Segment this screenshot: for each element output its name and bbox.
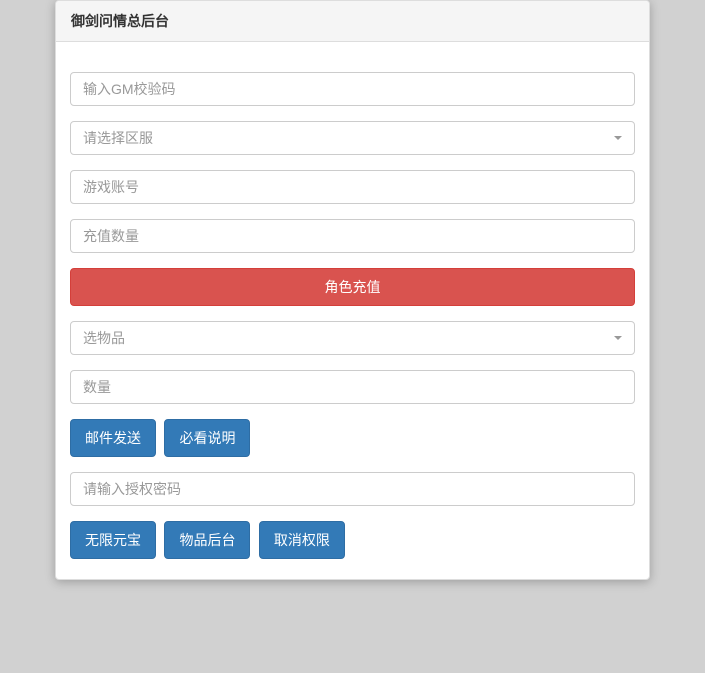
item-select[interactable]: 选物品 <box>70 321 635 355</box>
chevron-down-icon <box>614 336 622 340</box>
panel-title: 御剑问情总后台 <box>56 1 649 42</box>
server-select[interactable]: 请选择区服 <box>70 121 635 155</box>
server-select-label: 请选择区服 <box>83 130 153 146</box>
panel-body: 请选择区服 角色充值 选物品 邮件发送 必看说明 无限元宝 物品后台 取消权限 <box>56 42 649 579</box>
unlimited-gold-button[interactable]: 无限元宝 <box>70 521 156 559</box>
mail-send-button[interactable]: 邮件发送 <box>70 419 156 457</box>
cancel-auth-button[interactable]: 取消权限 <box>259 521 345 559</box>
role-recharge-button[interactable]: 角色充值 <box>70 268 635 306</box>
quantity-input[interactable] <box>70 370 635 404</box>
mail-button-row: 邮件发送 必看说明 <box>70 419 635 457</box>
item-select-label: 选物品 <box>83 330 125 346</box>
auth-password-input[interactable] <box>70 472 635 506</box>
item-backend-button[interactable]: 物品后台 <box>164 521 250 559</box>
chevron-down-icon <box>614 136 622 140</box>
gm-code-input[interactable] <box>70 72 635 106</box>
admin-panel: 御剑问情总后台 请选择区服 角色充值 选物品 邮件发送 必看说明 无限元宝 物品… <box>55 0 650 580</box>
game-account-input[interactable] <box>70 170 635 204</box>
recharge-amount-input[interactable] <box>70 219 635 253</box>
auth-button-row: 无限元宝 物品后台 取消权限 <box>70 521 635 559</box>
must-read-button[interactable]: 必看说明 <box>164 419 250 457</box>
